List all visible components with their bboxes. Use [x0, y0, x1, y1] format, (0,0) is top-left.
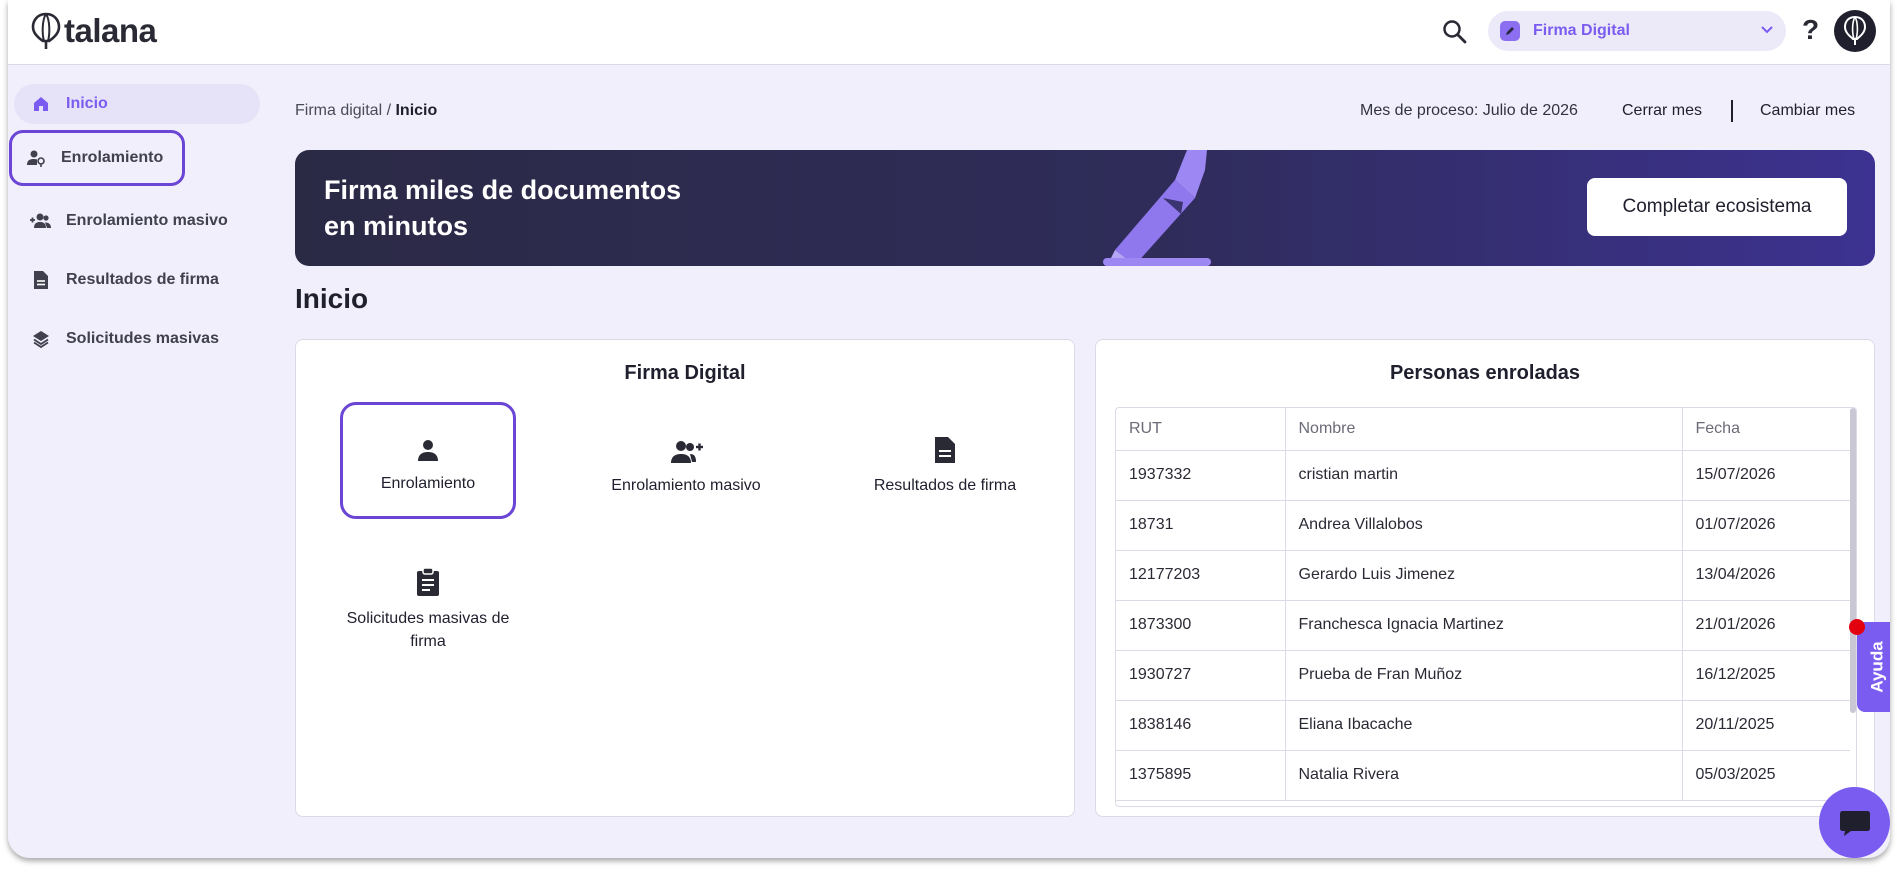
tile-label: Solicitudes masivas de firma: [346, 610, 510, 650]
tile-solicitudes-masivas-de-firma[interactable]: Solicitudes masivas de firma: [340, 561, 516, 653]
layers-icon: [30, 328, 52, 350]
personas-enroladas-card: Personas enroladas RUT Nombre Fecha 1937…: [1095, 339, 1875, 817]
ayuda-label: Ayuda: [1867, 641, 1887, 693]
chat-button[interactable]: [1819, 787, 1890, 858]
top-bar: talana Firma Digital ?: [8, 0, 1890, 65]
cell-nombre: cristian martin: [1284, 450, 1682, 501]
cell-nombre: Eliana Ibacache: [1284, 700, 1682, 751]
card-title: Firma Digital: [624, 362, 746, 384]
app-window: talana Firma Digital ? Inicio Enrolamien…: [8, 0, 1890, 858]
cell-fecha: 16/12/2025: [1681, 650, 1850, 701]
column-header-nombre[interactable]: Nombre: [1284, 408, 1682, 451]
notification-dot: [1849, 619, 1865, 635]
balloon-logo-icon: [31, 12, 61, 49]
sidebar-item-enrolamiento[interactable]: Enrolamiento: [9, 130, 185, 186]
card-title: Personas enroladas: [1389, 362, 1581, 384]
breadcrumb: Firma digital / Inicio: [295, 102, 437, 120]
person-pin-icon: [25, 147, 47, 169]
avatar[interactable]: [1834, 10, 1876, 52]
column-header-fecha[interactable]: Fecha: [1681, 408, 1850, 451]
search-icon[interactable]: [1441, 18, 1469, 46]
sidebar-item-label: Enrolamiento: [61, 149, 164, 166]
balloon-avatar-icon: [1843, 15, 1867, 45]
banner-headline-line-2: en minutos: [324, 211, 469, 241]
logo-text: talana: [64, 12, 157, 49]
help-icon[interactable]: ?: [1802, 14, 1819, 46]
cell-nombre: Natalia Rivera: [1284, 750, 1682, 801]
sidebar-item-resultados-de-firma[interactable]: Resultados de firma: [14, 260, 260, 300]
ayuda-tab[interactable]: Ayuda: [1857, 622, 1890, 712]
table-row[interactable]: 12177203 Gerardo Luis Jimenez 13/04/2026: [1116, 550, 1850, 601]
home-icon: [30, 93, 52, 115]
group-add-icon: [30, 210, 52, 232]
close-month-button[interactable]: Cerrar mes: [1622, 102, 1702, 120]
cell-nombre: Gerardo Luis Jimenez: [1284, 550, 1682, 601]
cell-rut: 1375895: [1116, 750, 1285, 801]
sidebar-item-label: Resultados de firma: [66, 271, 219, 288]
cell-nombre: Franchesca Ignacia Martinez: [1284, 600, 1682, 651]
firma-digital-card: Firma Digital Enrolamiento Enrolamiento …: [295, 339, 1075, 817]
document-icon: [30, 269, 52, 291]
breadcrumb-current: Inicio: [395, 102, 438, 119]
cell-fecha: 05/03/2025: [1681, 750, 1850, 801]
talana-logo[interactable]: talana: [30, 12, 157, 50]
sidebar-item-inicio[interactable]: Inicio: [14, 84, 260, 124]
cell-rut: 1873300: [1116, 600, 1285, 651]
person-add-icon: [668, 428, 704, 464]
cell-rut: 18731: [1116, 500, 1285, 551]
cell-fecha: 21/01/2026: [1681, 600, 1850, 651]
table-scrollbar[interactable]: [1850, 408, 1856, 713]
enrolled-table: RUT Nombre Fecha 1937332 cristian martin…: [1115, 407, 1857, 807]
cell-nombre: Andrea Villalobos: [1284, 500, 1682, 551]
table-row[interactable]: 1375895 Natalia Rivera 05/03/2025: [1116, 750, 1850, 801]
sidebar-item-label: Inicio: [66, 95, 108, 112]
module-selector[interactable]: Firma Digital: [1488, 11, 1786, 51]
chat-bubble-icon: [1839, 810, 1870, 836]
table-row[interactable]: 18731 Andrea Villalobos 01/07/2026: [1116, 500, 1850, 551]
clipboard-icon: [416, 561, 440, 597]
breadcrumb-parent-link[interactable]: Firma digital: [295, 102, 382, 119]
cell-rut: 12177203: [1116, 550, 1285, 601]
document-icon: [934, 428, 956, 464]
page-title: Inicio: [295, 283, 369, 314]
table-row[interactable]: 1873300 Franchesca Ignacia Martinez 21/0…: [1116, 600, 1850, 651]
tile-enrolamiento-masivo[interactable]: Enrolamiento masivo: [598, 428, 774, 497]
sidebar-item-label: Enrolamiento masivo: [66, 212, 228, 229]
column-header-rut[interactable]: RUT: [1116, 408, 1285, 451]
complete-ecosystem-button[interactable]: Completar ecosistema: [1587, 178, 1847, 236]
banner-headline-line-1: Firma miles de documentos: [324, 175, 682, 205]
table-row[interactable]: 1930727 Prueba de Fran Muñoz 16/12/2025: [1116, 650, 1850, 701]
cell-rut: 1838146: [1116, 700, 1285, 751]
tile-label: Enrolamiento masivo: [611, 477, 761, 494]
pen-icon: [1500, 21, 1520, 41]
cell-rut: 1930727: [1116, 650, 1285, 701]
cell-rut: 1937332: [1116, 450, 1285, 501]
tile-label: Resultados de firma: [873, 477, 1017, 494]
tile-resultados-de-firma[interactable]: Resultados de firma: [857, 428, 1033, 497]
cell-nombre: Prueba de Fran Muñoz: [1284, 650, 1682, 701]
cell-fecha: 01/07/2026: [1681, 500, 1850, 551]
sidebar-item-label: Solicitudes masivas: [66, 330, 219, 347]
chevron-down-icon: [1760, 22, 1774, 40]
sidebar: Inicio Enrolamiento Enrolamiento masivo …: [8, 66, 268, 858]
cell-fecha: 20/11/2025: [1681, 700, 1850, 751]
table-header-row: RUT Nombre Fecha: [1116, 408, 1850, 451]
promo-banner: Firma miles de documentos en minutos Com…: [295, 150, 1875, 266]
change-month-button[interactable]: Cambiar mes: [1760, 102, 1855, 120]
person-icon: [416, 426, 440, 462]
banner-headline: Firma miles de documentos en minutos: [324, 172, 681, 244]
signing-pen-illustration: [1103, 150, 1211, 266]
cell-fecha: 15/07/2026: [1681, 450, 1850, 501]
process-month-text: Mes de proceso: Julio de 2026: [1360, 102, 1578, 119]
table-row[interactable]: 1838146 Eliana Ibacache 20/11/2025: [1116, 700, 1850, 751]
divider: [1731, 100, 1733, 122]
table-row[interactable]: 1937332 cristian martin 15/07/2026: [1116, 450, 1850, 501]
sidebar-item-solicitudes-masivas[interactable]: Solicitudes masivas: [14, 319, 260, 359]
module-selector-label: Firma Digital: [1533, 22, 1630, 39]
breadcrumb-separator: /: [382, 102, 396, 119]
sidebar-item-enrolamiento-masivo[interactable]: Enrolamiento masivo: [14, 201, 260, 241]
cell-fecha: 13/04/2026: [1681, 550, 1850, 601]
tile-enrolamiento[interactable]: Enrolamiento: [340, 402, 516, 519]
tile-label: Enrolamiento: [380, 475, 476, 492]
